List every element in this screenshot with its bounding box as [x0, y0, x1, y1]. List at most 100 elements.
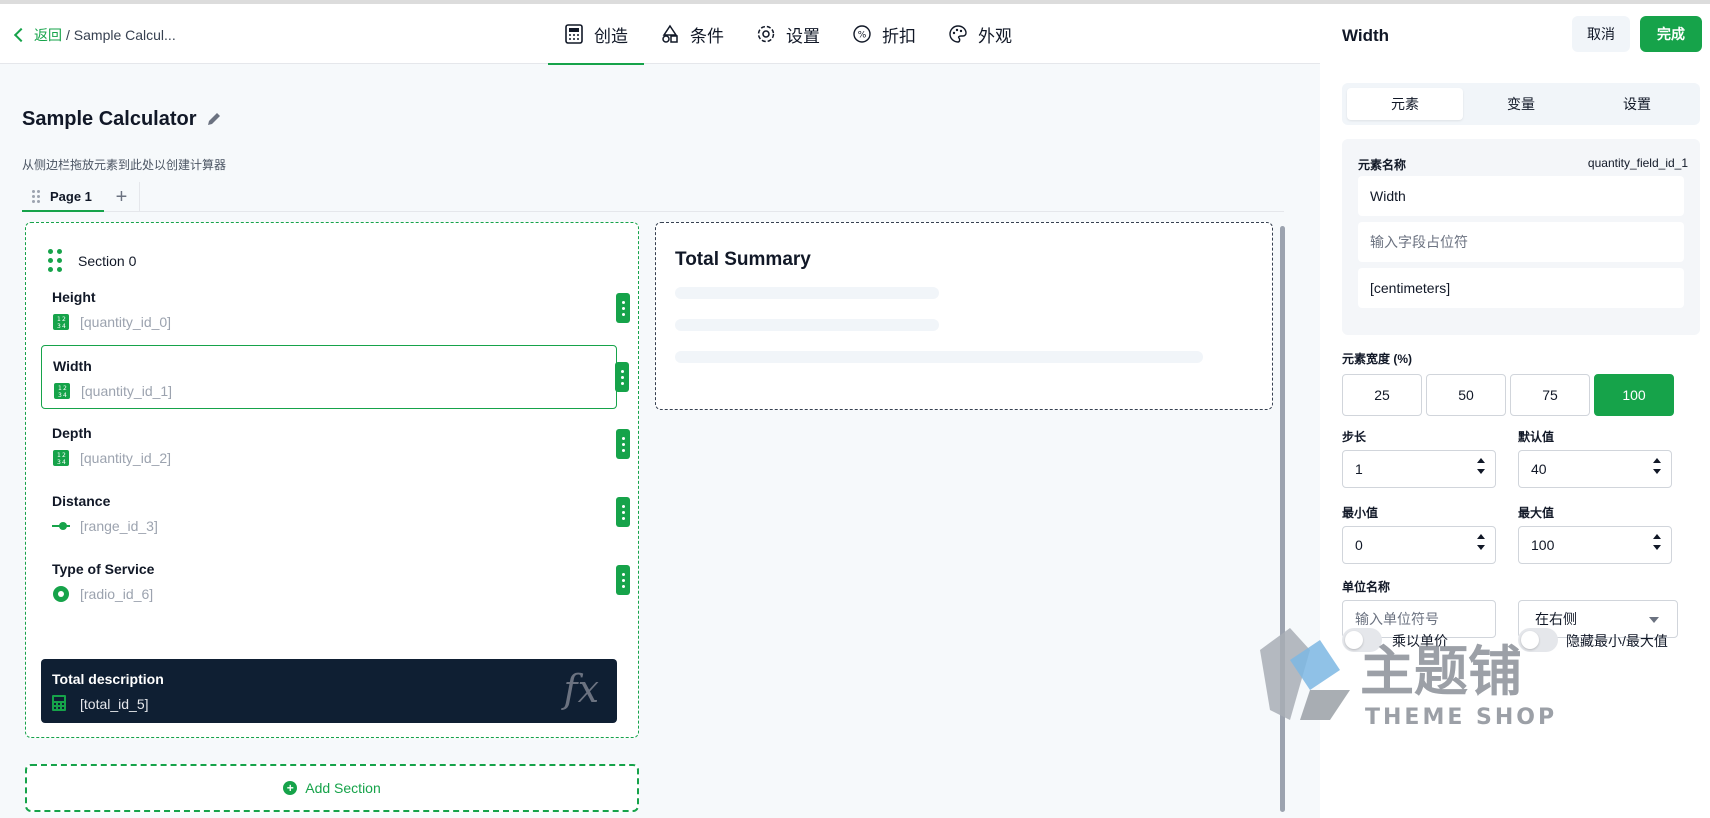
field-distance[interactable]: Distance [range_id_3] — [41, 481, 630, 545]
add-section-button[interactable]: + Add Section — [25, 764, 639, 812]
spinner-arrows-icon[interactable] — [1653, 534, 1661, 550]
quantity-icon: 1234 — [52, 449, 70, 467]
drag-handle-icon[interactable] — [48, 249, 62, 272]
kebab-menu-icon[interactable] — [616, 565, 630, 595]
kebab-menu-icon[interactable] — [615, 362, 629, 392]
cancel-button[interactable]: 取消 — [1572, 16, 1630, 52]
svg-text:4: 4 — [62, 459, 66, 466]
tab-create[interactable]: 创造 — [548, 4, 644, 65]
max-value: 100 — [1531, 537, 1555, 553]
placeholder-input[interactable]: 输入字段占位符 — [1358, 222, 1684, 262]
skeleton-line — [675, 351, 1203, 363]
field-depth[interactable]: Depth 1234 [quantity_id_2] — [41, 413, 630, 477]
watermark-cn: 主题铺 — [1360, 640, 1522, 703]
radio-icon — [52, 585, 70, 603]
range-icon — [52, 517, 70, 535]
default-label: 默认值 — [1518, 430, 1555, 444]
caret-down-icon — [1649, 617, 1659, 623]
builder-canvas-area: 返回 / Sample Calcul... 创造 条件 设置 % 折扣 外观 S… — [0, 4, 1320, 818]
drag-handle-icon[interactable] — [32, 189, 40, 203]
svg-text:1: 1 — [57, 316, 61, 323]
kebab-menu-icon[interactable] — [616, 293, 630, 323]
min-value: 0 — [1355, 537, 1363, 553]
field-id-text: [quantity_id_0] — [80, 314, 172, 330]
svg-text:3: 3 — [57, 459, 61, 466]
calculator-icon — [52, 695, 70, 713]
max-stepper[interactable]: 100 — [1518, 526, 1672, 564]
tab-discounts[interactable]: % 折扣 — [836, 4, 932, 64]
kebab-menu-icon[interactable] — [616, 497, 630, 527]
page-tab-label: Page 1 — [50, 188, 92, 204]
element-name-input[interactable]: Width — [1358, 176, 1684, 216]
field-type-of-service[interactable]: Type of Service [radio_id_6] — [41, 549, 630, 613]
quantity-icon: 1234 — [53, 382, 71, 400]
width-option-75[interactable]: 75 — [1510, 374, 1590, 416]
add-page-button[interactable]: + — [104, 182, 140, 212]
back-label: 返回 — [34, 27, 62, 43]
width-option-25[interactable]: 25 — [1342, 374, 1422, 416]
formula-fx-icon: fx — [563, 667, 600, 711]
spinner-arrows-icon[interactable] — [1653, 458, 1661, 474]
field-width[interactable]: Width 1234 [quantity_id_1] — [41, 345, 629, 409]
spinner-arrows-icon[interactable] — [1477, 534, 1485, 550]
tab-settings[interactable]: 设置 — [740, 4, 836, 64]
skeleton-line — [675, 319, 939, 331]
kebab-menu-icon[interactable] — [616, 429, 630, 459]
done-button[interactable]: 完成 — [1640, 16, 1702, 52]
step-stepper[interactable]: 1 — [1342, 450, 1496, 488]
tab-label: 创造 — [594, 26, 628, 46]
field-name: Width — [53, 358, 92, 374]
section-header: Section 0 — [48, 249, 136, 272]
percent-icon: % — [852, 24, 872, 44]
gear-icon — [756, 24, 776, 44]
tab-element[interactable]: 元素 — [1347, 88, 1463, 120]
svg-text:%: % — [858, 31, 867, 41]
field-id-text: [quantity_id_2] — [80, 450, 172, 466]
max-label: 最大值 — [1518, 506, 1555, 520]
element-id: quantity_field_id_1 — [1587, 156, 1688, 170]
min-label: 最小值 — [1342, 506, 1379, 520]
default-stepper[interactable]: 40 — [1518, 450, 1672, 488]
main-tabs: 创造 条件 设置 % 折扣 外观 — [548, 4, 1028, 65]
description-input[interactable]: [centimeters] — [1358, 268, 1684, 308]
field-id-text: [quantity_id_1] — [81, 383, 173, 399]
top-header: 返回 / Sample Calcul... 创造 条件 设置 % 折扣 外观 — [0, 4, 1320, 65]
field-name: Depth — [52, 425, 92, 441]
tab-panel-settings[interactable]: 设置 — [1579, 88, 1695, 120]
tab-label: 折扣 — [882, 26, 916, 46]
field-height[interactable]: Height 1234 [quantity_id_0] — [41, 277, 630, 341]
total-summary-card[interactable]: Total Summary — [655, 222, 1273, 410]
element-name-label: 元素名称 — [1358, 158, 1407, 172]
page-title: Sample Calculator — [22, 108, 197, 130]
svg-text:3: 3 — [57, 323, 61, 330]
shapes-icon — [660, 24, 680, 44]
calculator-title-row: Sample Calculator — [22, 108, 225, 131]
page-tab-1[interactable]: Page 1 — [22, 182, 104, 212]
min-stepper[interactable]: 0 — [1342, 526, 1496, 564]
field-name: Total description — [52, 671, 164, 687]
section-name: Section 0 — [78, 252, 137, 269]
field-id: [total_id_5] — [52, 695, 149, 713]
section-card: Section 0 Height 1234 [quantity_id_0] Wi… — [25, 222, 639, 738]
quantity-icon: 1234 — [52, 313, 70, 331]
svg-text:2: 2 — [62, 452, 66, 459]
back-link[interactable]: 返回 / Sample Calcul... — [13, 25, 176, 45]
field-id: [radio_id_6] — [52, 585, 153, 603]
svg-text:4: 4 — [62, 323, 66, 330]
tab-conditions[interactable]: 条件 — [644, 4, 740, 64]
calculator-icon — [564, 24, 584, 44]
width-label: 元素宽度 (%) — [1342, 352, 1412, 366]
watermark-logo: 主题铺 THEME SHOP — [1250, 620, 1580, 730]
step-label: 步长 — [1342, 430, 1367, 444]
svg-text:2: 2 — [63, 385, 67, 392]
tab-appearance[interactable]: 外观 — [932, 4, 1028, 64]
add-section-label: Add Section — [305, 780, 381, 796]
element-name-box: 元素名称 quantity_field_id_1 Width 输入字段占位符 [… — [1342, 139, 1700, 335]
field-total-description[interactable]: Total description [total_id_5] fx — [41, 659, 617, 723]
hide-minmax-label: 隐藏最小/最大值 — [1566, 633, 1668, 649]
width-option-100[interactable]: 100 — [1594, 374, 1674, 416]
spinner-arrows-icon[interactable] — [1477, 458, 1485, 474]
pencil-icon[interactable] — [205, 110, 225, 130]
tab-variables[interactable]: 变量 — [1463, 88, 1579, 120]
width-option-50[interactable]: 50 — [1426, 374, 1506, 416]
